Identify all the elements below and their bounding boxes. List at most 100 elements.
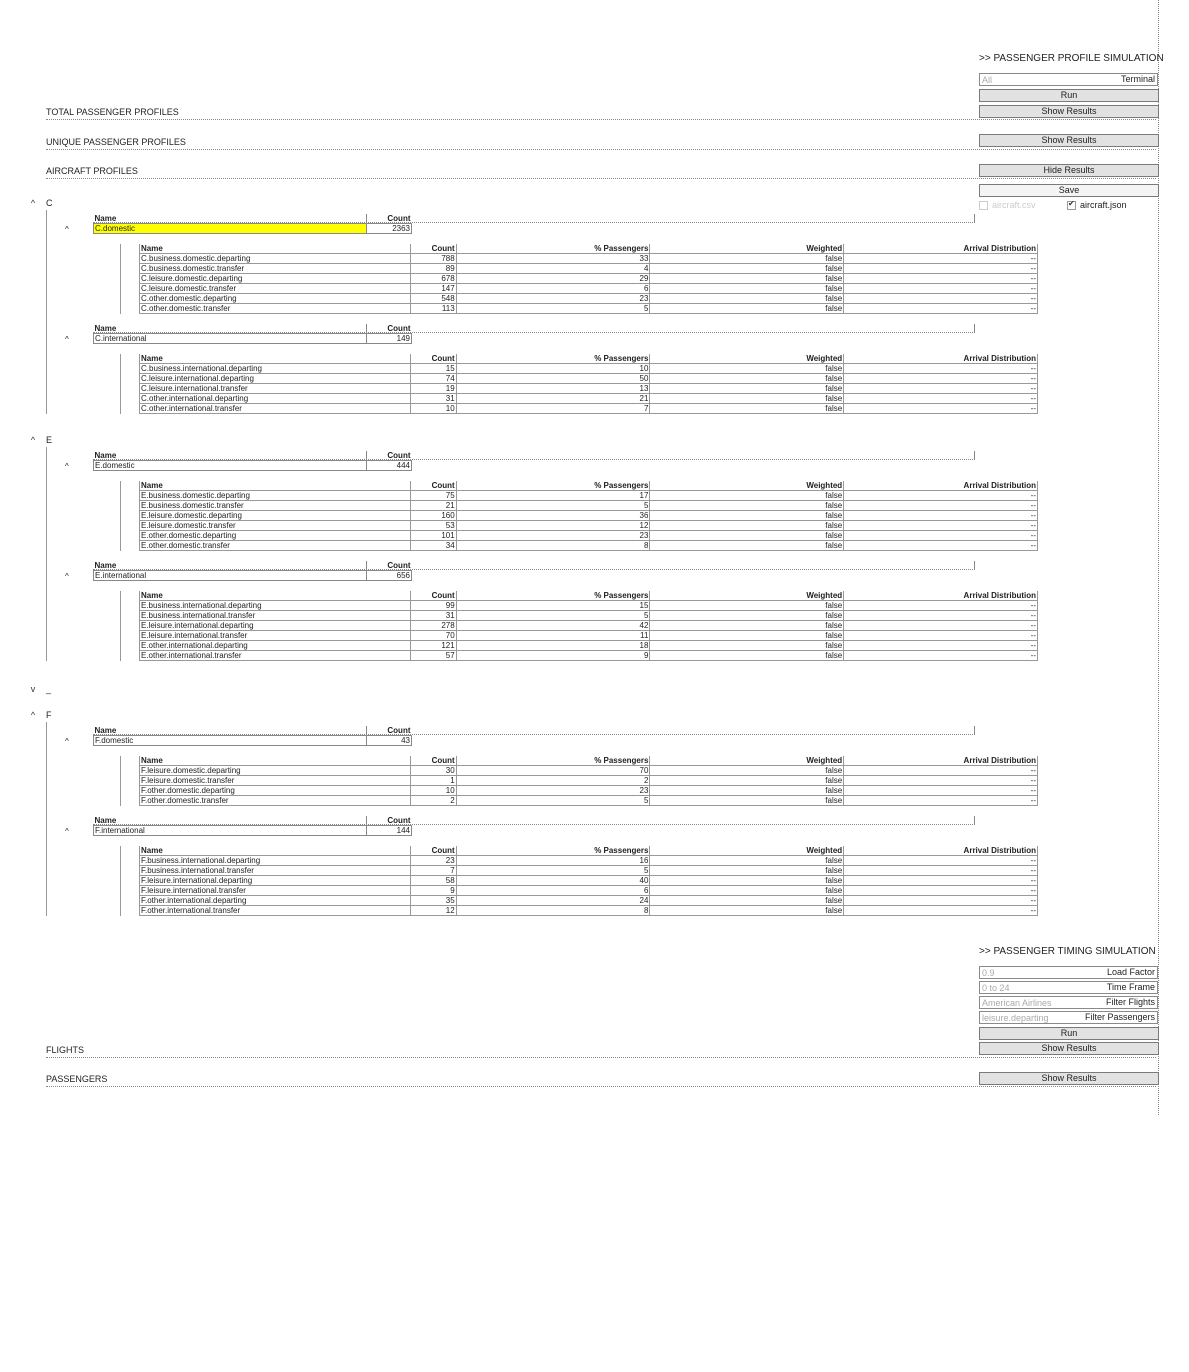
chevron-up-icon[interactable]: ^ <box>65 335 69 344</box>
profile-name: C.leisure.international.departing <box>139 373 411 384</box>
chevron-up-icon[interactable]: ^ <box>28 435 38 445</box>
table-row[interactable]: C.other.international.transfer 10 7 false -- <box>139 403 1038 414</box>
table-row[interactable]: F.domestic 43 <box>93 735 412 746</box>
timing-run-button[interactable]: Run <box>979 1027 1159 1040</box>
section-title: AIRCRAFT PROFILES <box>46 166 138 176</box>
profile-weighted: false <box>649 650 845 661</box>
profile-run-button[interactable]: Run <box>979 89 1159 102</box>
table-row[interactable]: F.other.international.transfer 12 8 false -- <box>139 905 1038 916</box>
table-row[interactable]: C.other.domestic.departing 548 23 false -- <box>139 293 1038 304</box>
group-header[interactable]: ^ F <box>28 710 1038 722</box>
table-row[interactable]: E.other.international.transfer 57 9 false -- <box>139 650 1038 661</box>
table-row[interactable]: E.international 656 <box>93 570 412 581</box>
profile-name: F.leisure.international.transfer <box>139 885 411 896</box>
profile-pct: 17 <box>455 490 651 501</box>
profile-count: 678 <box>409 273 457 284</box>
profile-arrival: -- <box>843 373 1038 384</box>
chevron-up-icon[interactable]: ^ <box>28 198 38 208</box>
table-row[interactable]: F.other.domestic.transfer 2 5 false -- <box>139 795 1038 806</box>
table-row[interactable]: F.international 144 <box>93 825 412 836</box>
profile-arrival: -- <box>843 363 1038 374</box>
table-row[interactable]: E.leisure.international.transfer 70 11 fals… <box>139 630 1038 641</box>
chevron-down-icon[interactable]: v <box>28 684 38 694</box>
column-header-name: Name <box>93 816 367 826</box>
profile-name: F.other.domestic.departing <box>139 785 411 796</box>
table-row[interactable]: C.other.domestic.transfer 113 5 false -- <box>139 303 1038 314</box>
table-row[interactable]: E.domestic 444 <box>93 460 412 471</box>
profile-count: 10 <box>409 403 457 414</box>
table-row[interactable]: E.business.international.transfer 31 5 fals… <box>139 610 1038 621</box>
table-row[interactable]: E.other.international.departing 121 18 fals… <box>139 640 1038 651</box>
table-row[interactable]: E.leisure.international.departing 278 42 fa… <box>139 620 1038 631</box>
table-row[interactable]: C.leisure.domestic.transfer 147 6 false -- <box>139 283 1038 294</box>
profile-weighted: false <box>649 303 845 314</box>
table-row[interactable]: C.business.international.departing 15 10 fa… <box>139 363 1038 374</box>
chevron-up-icon[interactable]: ^ <box>65 572 69 581</box>
profile-count: 548 <box>409 293 457 304</box>
column-header-name: Name <box>93 561 367 571</box>
table-row[interactable]: C.domestic 2363 <box>93 223 412 234</box>
chevron-up-icon[interactable]: ^ <box>28 710 38 720</box>
table-header-row: Name Count <box>93 324 412 334</box>
table-header-row: Name Count <box>93 561 412 571</box>
chevron-up-icon[interactable]: ^ <box>65 827 69 836</box>
table-row[interactable]: C.business.domestic.transfer 89 4 false -- <box>139 263 1038 274</box>
table-row[interactable]: F.leisure.domestic.departing 30 70 false -- <box>139 765 1038 776</box>
table-row[interactable]: C.other.international.departing 31 21 false… <box>139 393 1038 404</box>
save-button[interactable]: Save <box>979 184 1159 197</box>
profile-pct: 2 <box>455 775 651 786</box>
column-header-name: Name <box>139 756 411 766</box>
chevron-up-icon[interactable]: ^ <box>65 737 69 746</box>
class-block: Name Count E.international 656 ^ Name Count% P… <box>47 561 1038 661</box>
terminal-input[interactable]: All Terminal <box>979 73 1158 86</box>
table-row[interactable]: F.leisure.domestic.transfer 1 2 false -- <box>139 775 1038 786</box>
table-row[interactable]: E.business.international.departing 99 15 fa… <box>139 600 1038 611</box>
group-header[interactable]: ^ E <box>28 435 1038 447</box>
table-row[interactable]: C.leisure.international.transfer 19 13 fals… <box>139 383 1038 394</box>
table-row[interactable]: C.international 149 <box>93 333 412 344</box>
filter-passengers-placeholder: leisure.departing <box>982 1013 1049 1023</box>
group-header[interactable]: v _ <box>28 684 1038 696</box>
load-factor-input[interactable]: 0.9 Load Factor <box>979 966 1158 979</box>
table-row[interactable]: E.other.domestic.departing 101 23 false -- <box>139 530 1038 541</box>
profile-weighted: false <box>649 610 845 621</box>
profile-name: C.business.international.departing <box>139 363 411 374</box>
table-row[interactable]: E.other.domestic.transfer 34 8 false -- <box>139 540 1038 551</box>
column-header-arrival: Arrival Distribution <box>843 481 1038 491</box>
table-row[interactable]: F.business.international.transfer 7 5 false… <box>139 865 1038 876</box>
chevron-up-icon[interactable]: ^ <box>65 225 69 234</box>
aircraft-json-checkbox[interactable]: aircraft.json <box>1067 199 1127 210</box>
filter-flights-input[interactable]: American Airlines Filter Flights <box>979 996 1158 1009</box>
profile-weighted: false <box>649 795 845 806</box>
table-row[interactable]: C.leisure.international.departing 74 50 fal… <box>139 373 1038 384</box>
table-row[interactable]: C.leisure.domestic.departing 678 29 false -- <box>139 273 1038 284</box>
table-header-row: Name Count <box>93 451 412 461</box>
time-frame-input[interactable]: 0 to 24 Time Frame <box>979 981 1158 994</box>
profile-count: 99 <box>409 600 457 611</box>
table-row[interactable]: E.leisure.domestic.departing 160 36 false -- <box>139 510 1038 521</box>
profile-weighted: false <box>649 620 845 631</box>
profile-pct: 5 <box>455 500 651 511</box>
table-row[interactable]: F.leisure.international.departing 58 40 fal… <box>139 875 1038 886</box>
table-row[interactable]: E.business.domestic.departing 75 17 false -- <box>139 490 1038 501</box>
table-row[interactable]: F.business.international.departing 23 16 fa… <box>139 855 1038 866</box>
table-row[interactable]: F.other.domestic.departing 10 23 false -- <box>139 785 1038 796</box>
table-row[interactable]: C.business.domestic.departing 788 33 false -… <box>139 253 1038 264</box>
table-row[interactable]: F.leisure.international.transfer 9 6 false -… <box>139 885 1038 896</box>
profile-name: E.other.international.transfer <box>139 650 411 661</box>
filter-passengers-input[interactable]: leisure.departing Filter Passengers <box>979 1011 1158 1024</box>
section-aircraft-profiles: AIRCRAFT PROFILES <box>46 166 1156 179</box>
chevron-up-icon[interactable]: ^ <box>65 462 69 471</box>
profile-arrival: -- <box>843 540 1038 551</box>
profile-arrival: -- <box>843 895 1038 906</box>
table-row[interactable]: E.leisure.domestic.transfer 53 12 false -- <box>139 520 1038 531</box>
table-row[interactable]: F.other.international.departing 35 24 false… <box>139 895 1038 906</box>
filter-passengers-label: Filter Passengers <box>1084 1012 1155 1022</box>
load-factor-placeholder: 0.9 <box>982 968 995 978</box>
section-title: UNIQUE PASSENGER PROFILES <box>46 137 186 147</box>
profile-name: E.business.domestic.transfer <box>139 500 411 511</box>
group-header[interactable]: ^ C <box>28 198 1038 210</box>
table-row[interactable]: E.business.domestic.transfer 21 5 false -- <box>139 500 1038 511</box>
class-summary: Name Count C.international 149 ^ <box>65 324 1038 346</box>
profile-name: C.leisure.domestic.departing <box>139 273 411 284</box>
